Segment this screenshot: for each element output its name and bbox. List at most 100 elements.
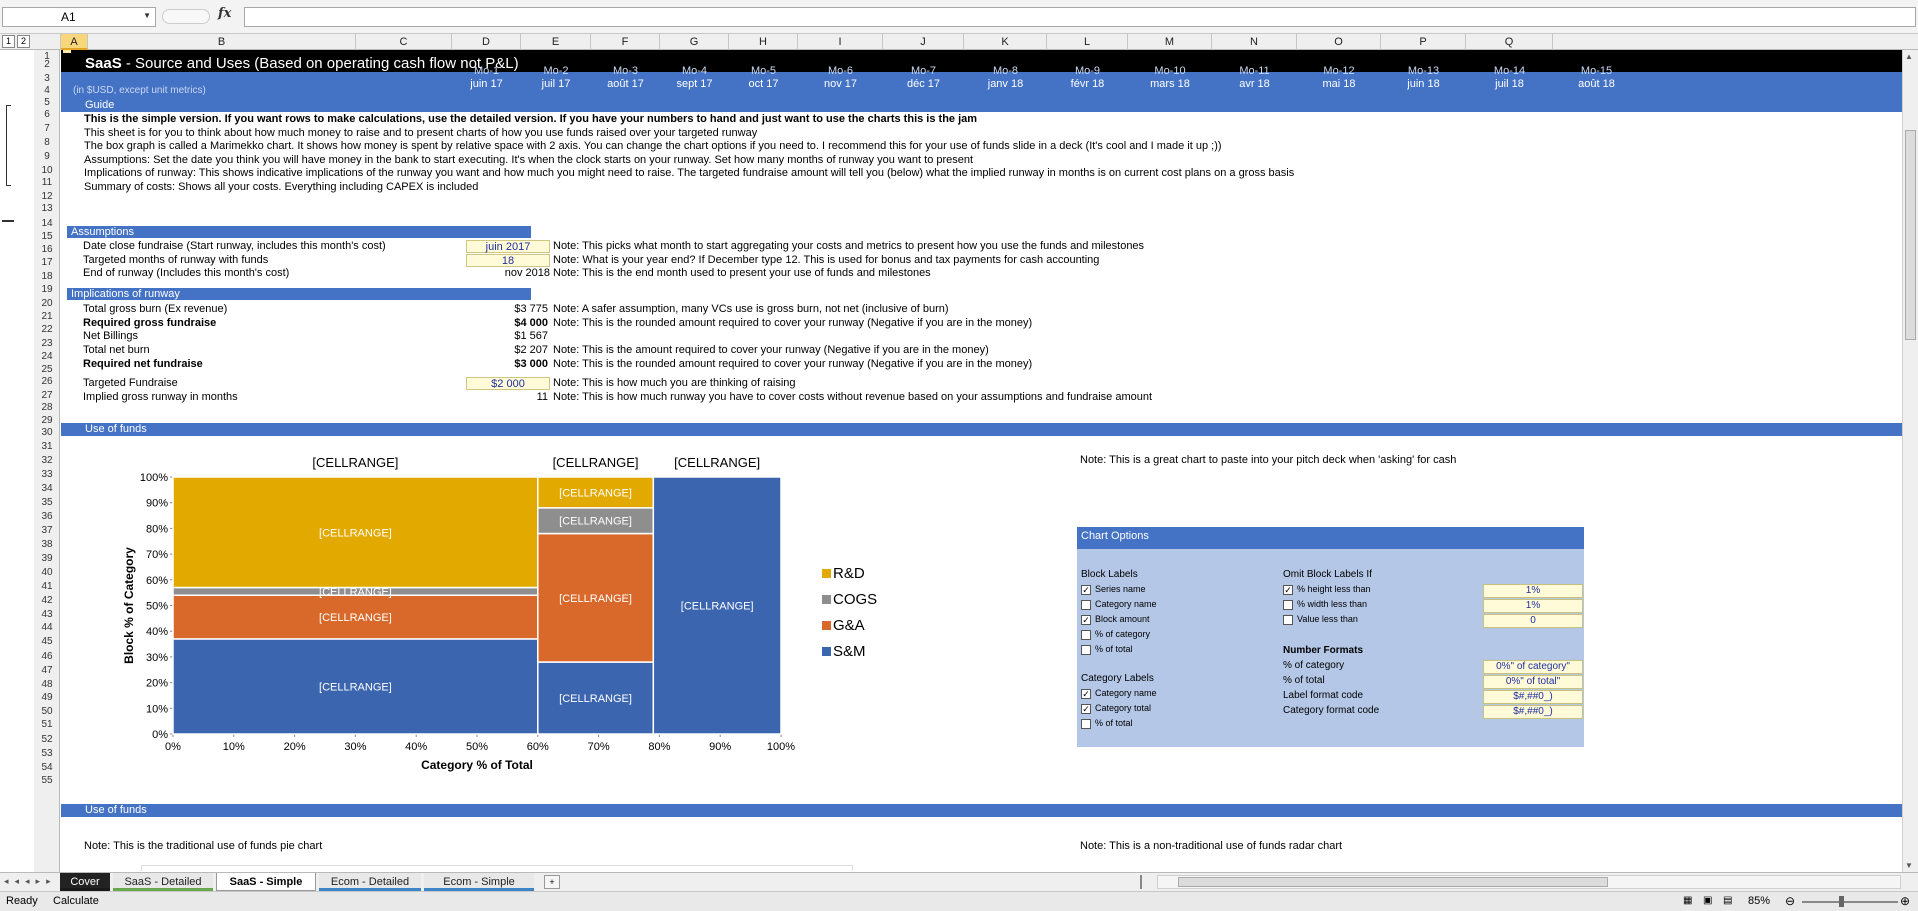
- row-header[interactable]: 48: [34, 678, 60, 692]
- zoom-in-icon[interactable]: ⊕: [1900, 894, 1910, 908]
- column-header[interactable]: D: [452, 34, 521, 50]
- row-header[interactable]: 45: [34, 635, 60, 649]
- normal-view-icon[interactable]: ▦: [1683, 895, 1692, 906]
- omit-option[interactable]: % width less than: [1283, 599, 1367, 610]
- row-header[interactable]: 16: [34, 243, 60, 257]
- column-header[interactable]: A: [61, 34, 88, 50]
- vertical-scroll-thumb[interactable]: [1905, 130, 1916, 340]
- column-header[interactable]: P: [1381, 34, 1466, 50]
- row-header[interactable]: 32: [34, 454, 60, 468]
- zoom-slider-thumb[interactable]: [1839, 896, 1844, 907]
- outline-collapse-button[interactable]: [2, 220, 14, 222]
- formula-bar-splitter[interactable]: [162, 9, 210, 24]
- omit-threshold-input[interactable]: 1%: [1483, 599, 1583, 613]
- scroll-up-icon[interactable]: ▲: [1905, 52, 1913, 61]
- checkbox[interactable]: ✓: [1081, 584, 1091, 595]
- pie-chart-frame[interactable]: [141, 865, 853, 871]
- row-header[interactable]: 51: [34, 718, 60, 732]
- name-box[interactable]: A1 ▼: [2, 7, 156, 27]
- row-header[interactable]: 30: [34, 426, 60, 440]
- omit-option[interactable]: ✓ % height less than: [1283, 584, 1371, 595]
- row-header[interactable]: 24: [34, 350, 60, 364]
- outline-group-bracket[interactable]: [6, 105, 11, 186]
- formula-input[interactable]: [244, 7, 1916, 27]
- row-header[interactable]: 36: [34, 510, 60, 524]
- checkbox[interactable]: [1081, 629, 1091, 640]
- row-header[interactable]: 6: [34, 108, 60, 122]
- block-label-option[interactable]: Category name: [1081, 599, 1157, 610]
- sheet-tab[interactable]: SaaS - Simple: [216, 873, 316, 891]
- block-label-option[interactable]: % of total: [1081, 644, 1133, 655]
- row-header[interactable]: 8: [34, 136, 60, 150]
- row-header[interactable]: 49: [34, 691, 60, 705]
- sheet-tab[interactable]: Cover: [60, 873, 110, 891]
- row-header[interactable]: 28: [34, 401, 60, 415]
- block-label-option[interactable]: % of category: [1081, 629, 1150, 640]
- sheet-tab[interactable]: Ecom - Simple: [424, 873, 534, 891]
- row-header[interactable]: 38: [34, 538, 60, 552]
- column-header[interactable]: B: [88, 34, 356, 50]
- row-header[interactable]: 46: [34, 650, 60, 664]
- block-label-option[interactable]: ✓ Series name: [1081, 584, 1146, 595]
- number-format-input[interactable]: $#,##0_): [1483, 690, 1583, 704]
- column-header[interactable]: J: [883, 34, 964, 50]
- checkbox[interactable]: ✓: [1283, 584, 1293, 595]
- corner-select-all[interactable]: [34, 34, 61, 50]
- column-header[interactable]: N: [1212, 34, 1297, 50]
- checkbox[interactable]: [1081, 599, 1091, 610]
- omit-threshold-input[interactable]: 0: [1483, 614, 1583, 628]
- column-header[interactable]: K: [964, 34, 1047, 50]
- column-header[interactable]: I: [798, 34, 883, 50]
- row-header[interactable]: 26: [34, 375, 60, 389]
- omit-option[interactable]: Value less than: [1283, 614, 1358, 625]
- assumption-value[interactable]: nov 2018: [466, 267, 550, 280]
- category-label-option[interactable]: ✓ Category total: [1081, 703, 1151, 714]
- row-header[interactable]: 52: [34, 733, 60, 747]
- chevron-down-icon[interactable]: ▼: [143, 11, 151, 20]
- row-header[interactable]: 13: [34, 202, 60, 216]
- row-header[interactable]: 53: [34, 747, 60, 761]
- checkbox[interactable]: ✓: [1081, 703, 1091, 714]
- block-label-option[interactable]: ✓ Block amount: [1081, 614, 1150, 625]
- column-header[interactable]: O: [1297, 34, 1381, 50]
- row-header[interactable]: 37: [34, 524, 60, 538]
- zoom-slider[interactable]: [1802, 901, 1898, 903]
- column-header[interactable]: E: [521, 34, 591, 50]
- checkbox[interactable]: [1283, 599, 1293, 610]
- row-header[interactable]: 11: [34, 176, 60, 190]
- category-label-option[interactable]: ✓ Category name: [1081, 688, 1157, 699]
- implication-value[interactable]: $2 000: [466, 377, 550, 390]
- insert-sheet-icon[interactable]: +: [544, 875, 560, 889]
- row-header[interactable]: 9: [34, 150, 60, 164]
- scroll-down-icon[interactable]: ▼: [1905, 861, 1913, 870]
- row-header[interactable]: 22: [34, 323, 60, 337]
- omit-threshold-input[interactable]: 1%: [1483, 584, 1583, 598]
- category-label-option[interactable]: % of total: [1081, 718, 1133, 729]
- row-header[interactable]: 54: [34, 761, 60, 775]
- row-header[interactable]: 17: [34, 256, 60, 270]
- row-header[interactable]: 19: [34, 283, 60, 297]
- row-header[interactable]: 2: [34, 58, 60, 72]
- assumption-value[interactable]: 18: [466, 253, 550, 267]
- row-header[interactable]: 39: [34, 552, 60, 566]
- row-header[interactable]: 33: [34, 468, 60, 482]
- row-header[interactable]: 20: [34, 297, 60, 311]
- column-header[interactable]: F: [591, 34, 660, 50]
- row-header[interactable]: 15: [34, 230, 60, 244]
- column-header[interactable]: C: [356, 34, 452, 50]
- row-header[interactable]: 34: [34, 482, 60, 496]
- column-header[interactable]: H: [729, 34, 798, 50]
- row-header[interactable]: 47: [34, 664, 60, 678]
- row-header[interactable]: 50: [34, 705, 60, 719]
- number-format-input[interactable]: $#,##0_): [1483, 705, 1583, 719]
- status-calculate[interactable]: Calculate: [53, 895, 99, 907]
- vertical-scrollbar[interactable]: ▲ ▼: [1902, 50, 1918, 872]
- marimekko-chart[interactable]: 0% 10% 20% 30% 40% 50% 60% 70% 80% 90% 100% 0% 10% 20…: [60, 405, 900, 780]
- zoom-level[interactable]: 85%: [1748, 895, 1770, 907]
- horizontal-scrollbar[interactable]: [1157, 875, 1901, 889]
- sheet-tab[interactable]: Ecom - Detailed: [319, 873, 421, 891]
- zoom-out-icon[interactable]: ⊖: [1785, 894, 1795, 908]
- row-header[interactable]: 18: [34, 270, 60, 284]
- row-header[interactable]: 35: [34, 496, 60, 510]
- row-header[interactable]: 14: [34, 217, 60, 231]
